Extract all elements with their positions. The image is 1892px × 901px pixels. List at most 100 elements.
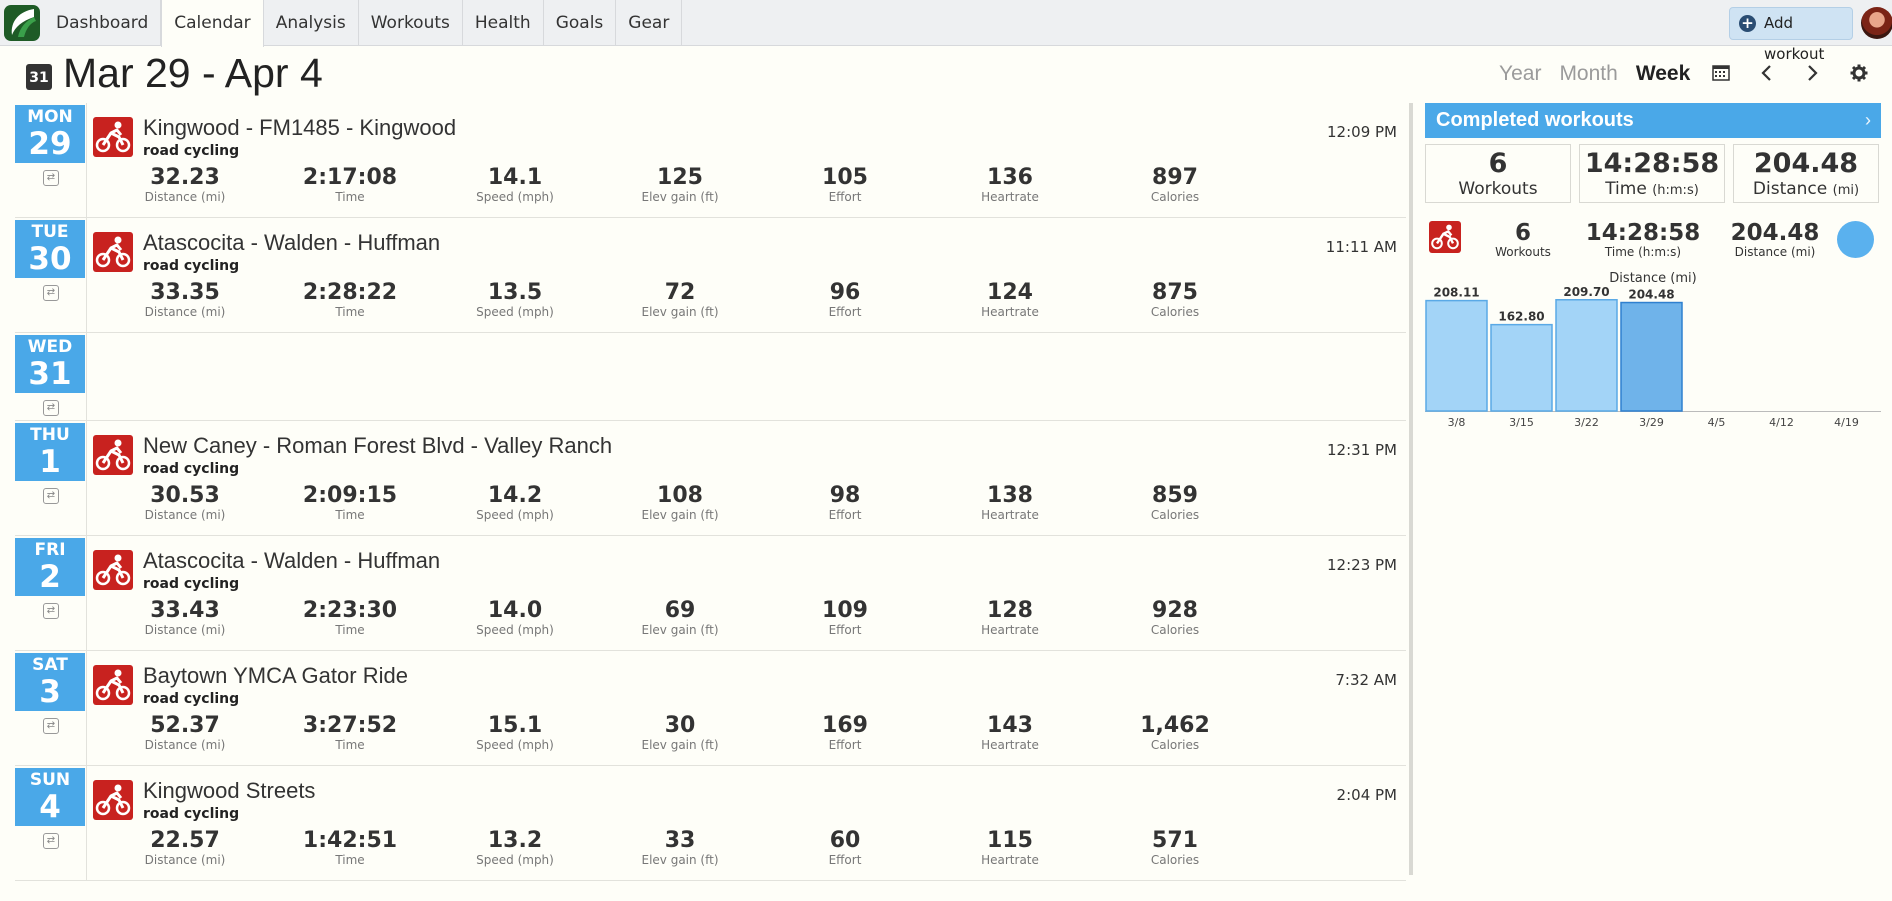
workout-title[interactable]: Atascocita - Walden - Huffman <box>143 548 440 574</box>
sync-icon[interactable]: ⇄ <box>43 833 59 849</box>
road-cycling-icon[interactable] <box>93 780 133 820</box>
avatar[interactable] <box>1861 7 1892 39</box>
metric-value: 33 <box>664 828 696 853</box>
workout-metric: 13.2 Speed (mph) <box>450 828 580 868</box>
metric-value: 98 <box>829 483 861 508</box>
view-month[interactable]: Month <box>1559 62 1617 86</box>
add-workout-button[interactable]: + Add workout <box>1729 7 1853 63</box>
chart-bar <box>1555 299 1618 412</box>
view-year[interactable]: Year <box>1499 62 1541 86</box>
road-cycling-icon <box>1429 221 1461 253</box>
metric-value: 928 <box>1152 598 1198 623</box>
day-divider <box>86 536 87 650</box>
workout-metric: 30 Elev gain (ft) <box>615 714 745 753</box>
completed-workouts-header[interactable]: Completed workouts › <box>1425 103 1881 138</box>
bar-value-label: 209.70 <box>1563 285 1609 299</box>
metric-value: 33.43 <box>150 598 220 623</box>
app-logo[interactable] <box>4 5 40 41</box>
metric-value: 33.35 <box>150 280 220 305</box>
panel-title: Completed workouts <box>1436 109 1634 131</box>
settings-button[interactable] <box>1848 64 1870 86</box>
day-row: SAT 3 ⇄ Baytown YMCA Gator Ride road cycling… <box>15 651 1406 766</box>
metric-value: 1:42:51 <box>302 828 398 853</box>
tab-calendar[interactable]: Calendar <box>161 0 264 47</box>
metric-value: 897 <box>1152 165 1198 190</box>
workout-metric: 897 Calories <box>1110 165 1240 205</box>
workout-title[interactable]: Kingwood - FM1485 - Kingwood <box>143 115 456 141</box>
workout-title[interactable]: New Caney - Roman Forest Blvd - Valley R… <box>143 433 612 459</box>
sync-icon[interactable]: ⇄ <box>43 488 59 504</box>
workout-metric: 33.43 Distance (mi) <box>120 598 250 638</box>
metric-label: Time <box>335 738 365 752</box>
workout-title[interactable]: Kingwood Streets <box>143 778 315 804</box>
metric-value: 108 <box>657 483 703 508</box>
metric-value: 2:28:22 <box>302 280 398 305</box>
tab-goals[interactable]: Goals <box>544 0 617 46</box>
panel-divider[interactable] <box>1409 103 1413 875</box>
view-week[interactable]: Week <box>1636 62 1690 86</box>
x-tick-label: 3/8 <box>1448 416 1466 429</box>
workout-metric: 33.35 Distance (mi) <box>120 280 250 320</box>
metric-label: Elev gain (ft) <box>641 305 719 319</box>
metric-label: Calories <box>1150 853 1200 867</box>
day-number: 3 <box>39 674 61 710</box>
day-label[interactable]: SUN 4 <box>15 768 85 826</box>
sync-icon[interactable]: ⇄ <box>43 285 59 301</box>
day-label[interactable]: TUE 30 <box>15 220 85 278</box>
type-metric-label: Time (h:m:s) <box>1604 245 1682 259</box>
workout-metric: 52.37 Distance (mi) <box>120 714 250 753</box>
metric-value: 143 <box>987 713 1033 738</box>
previous-week-button[interactable] <box>1756 64 1778 86</box>
sync-icon[interactable]: ⇄ <box>43 170 59 186</box>
day-label[interactable]: MON 29 <box>15 105 85 163</box>
metric-label: Calories <box>1150 738 1200 752</box>
tab-workouts[interactable]: Workouts <box>359 0 463 46</box>
sync-icon[interactable]: ⇄ <box>43 718 59 734</box>
metric-label: Heartrate <box>981 738 1039 752</box>
metric-label: Speed (mph) <box>476 305 554 319</box>
workout-metric: 115 Heartrate <box>945 829 1075 868</box>
day-divider <box>86 421 87 535</box>
sync-icon[interactable]: ⇄ <box>43 603 59 619</box>
next-week-button[interactable] <box>1801 64 1823 86</box>
chart-bar <box>1490 323 1553 412</box>
sync-icon[interactable]: ⇄ <box>43 400 59 416</box>
tab-health[interactable]: Health <box>463 0 544 46</box>
metric-value: 13.2 <box>487 828 543 853</box>
tab-gear[interactable]: Gear <box>616 0 683 46</box>
metric-label: Elev gain (ft) <box>641 508 719 522</box>
tab-analysis[interactable]: Analysis <box>264 0 359 46</box>
workout-metric: 22.57 Distance (mi) <box>120 829 250 868</box>
road-cycling-icon[interactable] <box>93 232 133 272</box>
summary-box-distance: 204.48 Distance (mi) <box>1733 144 1879 203</box>
type-metric-label: Distance (mi) <box>1734 245 1816 259</box>
road-cycling-icon[interactable] <box>93 435 133 475</box>
metric-value: 14.1 <box>487 165 543 190</box>
workout-type: road cycling <box>143 691 240 707</box>
workout-metric: 143 Heartrate <box>945 713 1075 753</box>
road-cycling-icon[interactable] <box>93 665 133 705</box>
day-label[interactable]: FRI 2 <box>15 538 85 596</box>
metric-label: Effort <box>828 190 862 204</box>
workout-metric: 96 Effort <box>780 281 910 320</box>
day-of-week: SAT <box>32 655 68 675</box>
metric-label: Distance (mi) <box>144 305 226 319</box>
workout-type: road cycling <box>143 258 240 274</box>
road-cycling-icon[interactable] <box>93 117 133 157</box>
workout-start-time: 12:23 PM <box>1327 556 1397 574</box>
bar-value-label: 204.48 <box>1628 288 1674 302</box>
day-label[interactable]: THU 1 <box>15 423 85 481</box>
logo-icon <box>11 9 36 37</box>
workout-title[interactable]: Baytown YMCA Gator Ride <box>143 663 408 689</box>
day-label[interactable]: WED 31 <box>15 335 85 393</box>
metric-label: Speed (mph) <box>476 190 554 204</box>
workout-type: road cycling <box>143 461 240 477</box>
tab-dashboard[interactable]: Dashboard <box>44 0 162 46</box>
date-picker-button[interactable] <box>1710 64 1732 86</box>
metric-label: Distance (mi) <box>144 853 226 867</box>
workout-metric: 2:17:08 Time <box>285 166 415 205</box>
road-cycling-icon[interactable] <box>93 550 133 590</box>
summary-boxes: 6 Workouts 14:28:58 Time (h:m:s) 204.48 Dist… <box>1425 144 1881 203</box>
workout-title[interactable]: Atascocita - Walden - Huffman <box>143 230 440 256</box>
day-label[interactable]: SAT 3 <box>15 653 85 711</box>
